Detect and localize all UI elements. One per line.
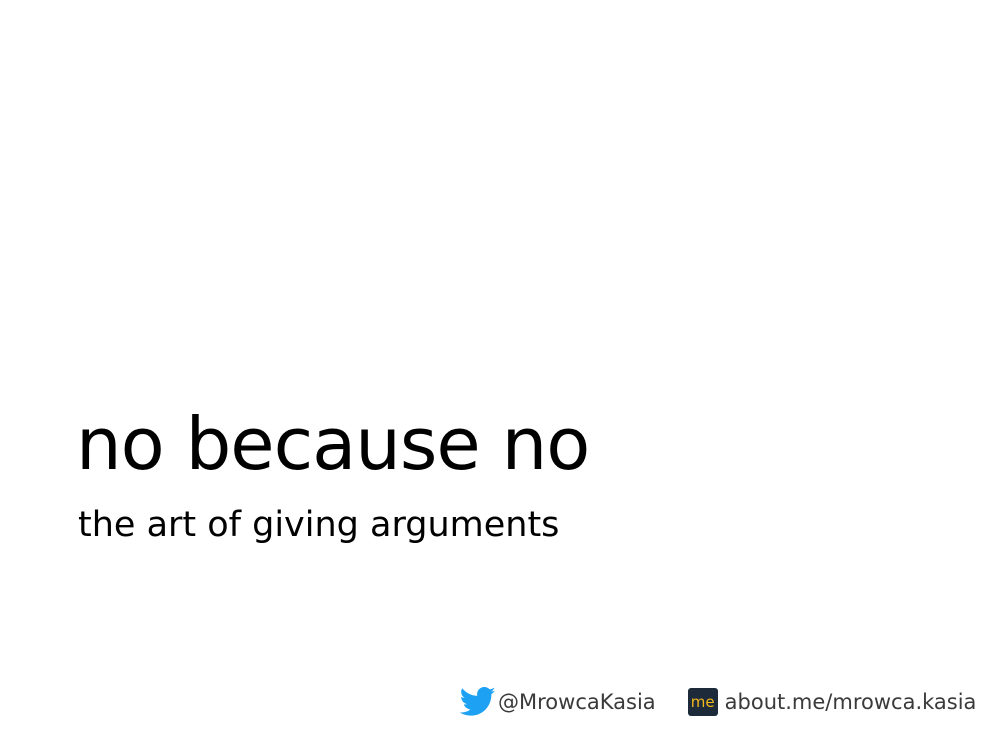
twitter-bird-icon [460, 687, 496, 717]
about-me-link[interactable]: me about.me/mrowca.kasia [687, 688, 977, 716]
slide: no because no the art of giving argument… [0, 0, 992, 744]
social-footer: @MrowcaKasia me about.me/mrowca.kasia [460, 684, 976, 720]
twitter-link[interactable]: @MrowcaKasia [460, 687, 656, 717]
slide-title: no because no [76, 402, 590, 486]
slide-subtitle: the art of giving arguments [78, 505, 560, 545]
about-me-url: about.me/mrowca.kasia [724, 690, 977, 714]
about-me-icon: me [687, 688, 718, 716]
twitter-handle: @MrowcaKasia [498, 690, 656, 714]
